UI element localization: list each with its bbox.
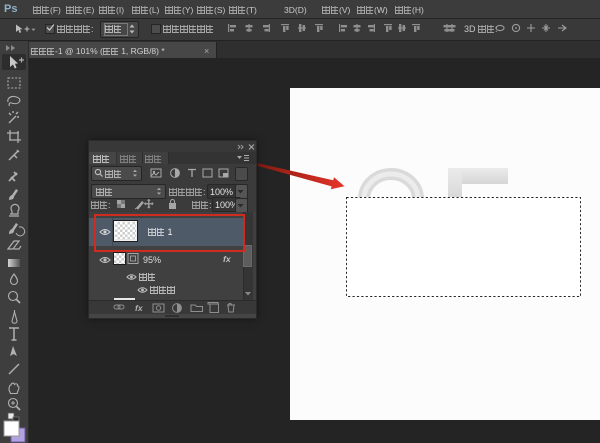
svg-text:fx: fx bbox=[135, 303, 144, 313]
